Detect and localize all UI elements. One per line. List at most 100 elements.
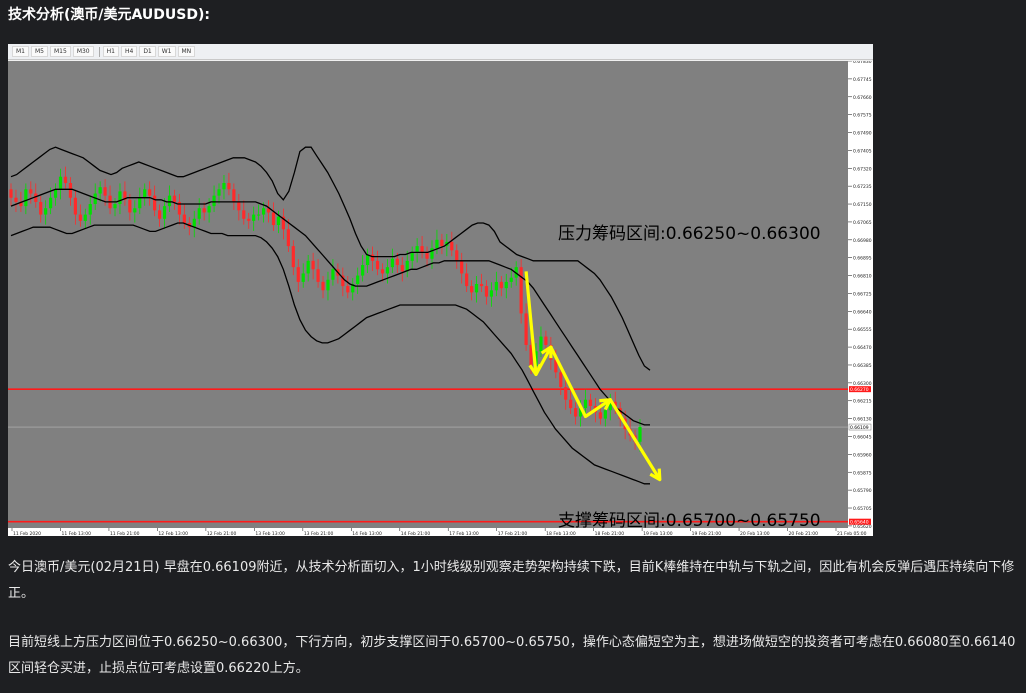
candle-body [217, 189, 221, 196]
timeframe-button[interactable]: D1 [139, 46, 156, 57]
candle-body [361, 265, 365, 276]
x-tick-label: 17 Feb 13:00 [449, 531, 479, 536]
strategy-paragraph: 目前短线上方压力区间位于0.66250~0.66300，下行方向，初步支撑区间于… [8, 635, 1016, 676]
candle-body [499, 281, 503, 289]
timeframe-button[interactable]: W1 [157, 46, 176, 57]
candle-body [192, 218, 196, 228]
candle-body [237, 201, 241, 211]
candle-body [103, 187, 107, 196]
candle-body [311, 260, 315, 270]
candle-body [326, 279, 330, 291]
timeframe-button[interactable]: M30 [72, 46, 94, 57]
candle-body [455, 250, 459, 261]
candle-body [574, 408, 578, 417]
candle-body [435, 239, 439, 249]
timeframe-button[interactable]: MN [177, 46, 196, 57]
x-tick-label: 20 Feb 13:00 [740, 531, 770, 536]
y-tick-label: 0.66300 [853, 381, 872, 387]
candle-body [78, 214, 82, 221]
candle-body [44, 208, 48, 215]
timeframe-button[interactable]: H4 [120, 46, 138, 57]
y-tick-label: 0.67065 [853, 220, 872, 226]
support-annotation: 支撑筹码区间:0.65700~0.65750 [558, 511, 821, 531]
x-tick-label: 11 Feb 21:00 [110, 531, 140, 536]
plot-area [8, 61, 848, 528]
candle-body [509, 277, 513, 282]
candle-body [113, 204, 117, 209]
candle-body [524, 313, 528, 345]
x-tick-label: 18 Feb 21:00 [595, 531, 625, 536]
x-tick-label: 19 Feb 21:00 [692, 531, 722, 536]
candle-body [489, 290, 494, 297]
y-tick-label: 0.66640 [853, 309, 872, 315]
candle-body [410, 252, 414, 261]
timeframe-button[interactable]: M1 [12, 46, 29, 57]
candle-body [98, 187, 102, 194]
candle-body [588, 399, 593, 406]
candle-body [118, 191, 122, 205]
candle-body [331, 269, 335, 280]
candle-body [153, 195, 157, 211]
x-tick-label: 20 Feb 21:00 [789, 531, 819, 536]
candle-body [539, 336, 543, 352]
candle-body [172, 195, 177, 202]
candle-body [390, 258, 394, 268]
candle-body [484, 286, 489, 297]
y-tick-label: 0.67575 [853, 113, 872, 119]
analysis-paragraph: 今日澳币/美元(02月21日) 早盘在0.66109附近，从技术分析面切入，1小… [8, 560, 1015, 601]
candle-body [9, 189, 13, 198]
y-tick-label: 0.66980 [853, 238, 872, 244]
x-tick-label: 13 Feb 13:00 [255, 531, 285, 536]
y-tick-label: 0.66385 [853, 363, 872, 369]
candle-body [232, 189, 236, 202]
chart-frame: M1 M5 M15 M30 H1 H4 D1 W1 MN 0.67830 0.67… [8, 44, 873, 536]
candle-body [460, 260, 464, 274]
x-tick-label: 18 Feb 13:00 [546, 531, 576, 536]
x-tick-label: 14 Feb 21:00 [401, 531, 431, 536]
candle-body [400, 265, 404, 272]
candle-body [252, 214, 256, 221]
candle-body [227, 183, 231, 190]
candle-body [128, 199, 132, 213]
candle-body [286, 229, 290, 247]
timeframe-button[interactable]: H1 [102, 46, 119, 57]
candle-body [197, 208, 201, 219]
toolbar-divider [98, 46, 100, 57]
candle-body [479, 283, 484, 287]
candle-body [157, 210, 162, 219]
candle-body [559, 372, 563, 388]
candle-body [83, 214, 87, 221]
y-tick-label: 0.67830 [853, 61, 872, 65]
candle-body [296, 267, 300, 282]
y-tick-label: 0.66130 [853, 417, 872, 423]
candle-body [425, 252, 429, 259]
x-tick-label: 21 Feb 05:00 [837, 531, 867, 536]
candle-body [316, 269, 320, 282]
candle-body [143, 189, 147, 198]
candle-body [415, 246, 419, 253]
candle-body [39, 201, 43, 215]
level-tag-label: 0.65640 [850, 520, 869, 526]
candle-body [569, 399, 573, 409]
x-tick-label: 17 Feb 21:00 [498, 531, 528, 536]
candle-body [564, 387, 568, 400]
level-tag-label: 0.66270 [850, 387, 869, 393]
y-tick-label: 0.66810 [853, 274, 872, 280]
candle-body [465, 273, 469, 287]
candle-body [182, 214, 186, 223]
candle-body [222, 183, 226, 190]
timeframe-button[interactable]: M15 [50, 46, 71, 57]
candle-body [395, 258, 399, 266]
candle-body [598, 412, 602, 419]
timeframe-button[interactable]: M5 [31, 46, 48, 57]
section-heading: 技术分析(澳币/美元AUDUSD): [8, 7, 210, 23]
candle-body [133, 208, 137, 213]
candle-body [375, 260, 380, 270]
candle-body [247, 218, 251, 221]
candle-body [73, 197, 77, 215]
candle-body [138, 197, 142, 209]
candle-body [420, 246, 424, 253]
x-tick-label: 11 Feb 13:00 [61, 531, 91, 536]
candle-body [603, 410, 607, 419]
candle-body [53, 189, 58, 198]
